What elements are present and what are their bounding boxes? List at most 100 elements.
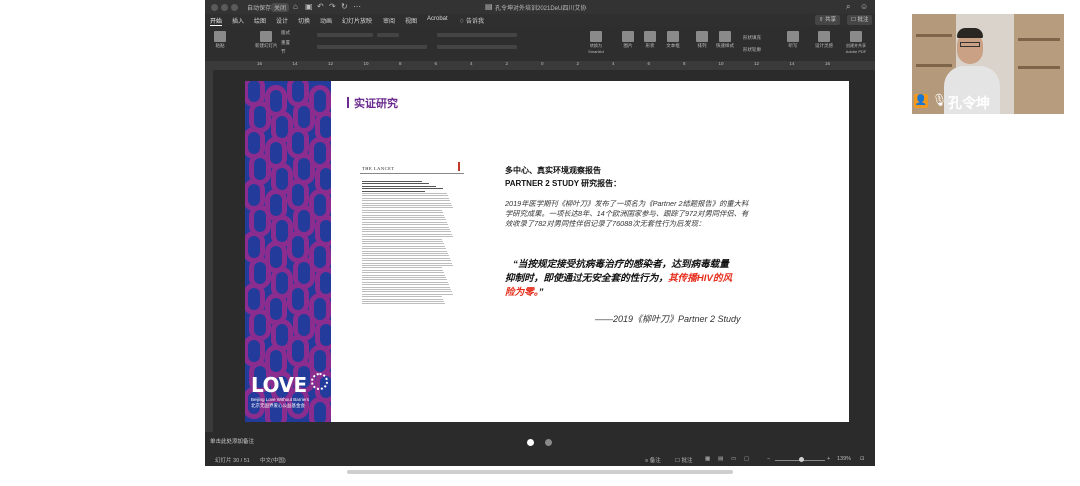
tab-slideshow[interactable]: 幻灯片放映 (342, 16, 372, 25)
ruler-number: 10 (363, 61, 369, 66)
paper-text-block (362, 181, 453, 307)
redo-icon[interactable]: ↷ (329, 2, 336, 12)
notes-placeholder[interactable]: 单击此处添加备注 (210, 437, 254, 445)
alignment-row[interactable] (437, 45, 517, 49)
reset-button[interactable]: 重置 (281, 40, 290, 46)
paragraph-row[interactable] (437, 33, 517, 37)
language-indicator[interactable]: 中文(中国) (260, 456, 286, 464)
ruler-number: 8 (683, 61, 686, 66)
tab-view[interactable]: 视图 (405, 16, 417, 25)
page-dot[interactable] (545, 439, 552, 446)
ruler-number: 2 (505, 61, 509, 66)
zoom-out-icon[interactable]: − (767, 456, 770, 462)
slide-counter: 幻灯片 30 / 51 (215, 458, 250, 464)
paper-text-line (362, 190, 425, 192)
file-icon: ▤ (485, 2, 493, 11)
paper-text-line (362, 296, 442, 298)
window-title: 孔令坤对外培训2021DeU四川艾协 (495, 6, 587, 12)
new-slide-button[interactable]: 新建幻灯片 (255, 30, 278, 58)
quote-line-2-text: 抑制时，即使通过无安全套的性行为， (505, 273, 669, 284)
tab-draw[interactable]: 绘图 (254, 16, 266, 25)
convert-smartart-button[interactable]: 转换为SmartArt (583, 30, 609, 58)
zoom-slider-thumb[interactable] (799, 457, 805, 462)
designer-button[interactable]: 设计灵感 (813, 30, 835, 58)
page-dot-active[interactable] (527, 439, 534, 446)
zoom-window-button[interactable] (231, 4, 238, 11)
paper-text-line (362, 284, 449, 286)
shape-button[interactable]: 形状 (641, 30, 659, 58)
shape-fill-button[interactable]: 形状填充 (743, 35, 761, 41)
comments-toggle[interactable]: ☐ 批注 (675, 456, 692, 464)
create-pdf-button[interactable]: 创建并共享Adobe PDF (841, 30, 871, 58)
share-button[interactable]: ⇧ 共享 (815, 15, 841, 25)
paper-text-line (362, 274, 445, 276)
ruler-number: 12 (328, 61, 334, 66)
more-icon[interactable]: ⋯ (353, 2, 361, 12)
microphone-icon[interactable]: 🎙 (932, 93, 947, 107)
save-icon[interactable]: ▣ (305, 2, 313, 12)
paste-button[interactable]: 粘贴 (209, 30, 231, 58)
bookshelf-right (1014, 14, 1064, 114)
picture-button[interactable]: 图片 (619, 30, 637, 58)
paper-text-line (362, 243, 444, 245)
home-icon[interactable]: ⌂ (293, 2, 298, 12)
share-label: 共享 (825, 17, 837, 23)
quote-line-3: 险为零。” (505, 284, 543, 298)
zoom-in-icon[interactable]: + (827, 456, 830, 462)
paper-text-line (362, 183, 429, 185)
autosave-toggle[interactable]: 关闭 (271, 3, 290, 12)
comments-button[interactable]: ☐ 批注 (847, 15, 873, 25)
quick-styles-icon (719, 31, 731, 42)
font-format-row[interactable] (317, 45, 427, 49)
undo-icon[interactable]: ↶ (317, 2, 324, 12)
tab-review[interactable]: 审阅 (383, 16, 395, 25)
tab-home[interactable]: 开始 (210, 16, 223, 26)
participant-name: 孔令坤 (948, 95, 990, 111)
paper-text-line (362, 229, 450, 230)
tab-transitions[interactable]: 切换 (298, 16, 310, 25)
tab-design[interactable]: 设计 (276, 16, 288, 25)
shape-outline-button[interactable]: 形状轮廓 (743, 47, 761, 53)
refresh-icon[interactable]: ↻ (341, 2, 348, 12)
tab-animations[interactable]: 动画 (320, 16, 332, 25)
notes-pane[interactable]: 单击此处添加备注 (205, 432, 875, 454)
zoom-level[interactable]: 139% (837, 456, 851, 462)
ruler-number: 16 (257, 61, 263, 66)
tab-tell-me[interactable]: ♢ 告诉我 (459, 16, 484, 25)
sorter-view-icon[interactable]: ▤ (718, 456, 723, 462)
home-indicator[interactable] (347, 470, 733, 474)
quick-styles-button[interactable]: 快速样式 (713, 30, 737, 58)
textbox-button[interactable]: 文本框 (663, 30, 683, 58)
dictate-button[interactable]: 听写 (785, 30, 801, 58)
subtitle-2: PARTNER 2 STUDY 研究报告： (505, 179, 622, 188)
search-icon[interactable]: ⌕ (846, 2, 850, 12)
notes-toggle[interactable]: ≡ 备注 (645, 456, 661, 464)
arrange-icon (696, 31, 708, 42)
paper-text-line (362, 202, 451, 204)
font-size-box[interactable] (377, 33, 399, 37)
paper-text-line (362, 193, 447, 194)
slide-canvas[interactable]: LOVE Beijing Love Without Barriers 北京无国界… (245, 81, 849, 422)
paper-text-line (362, 281, 448, 283)
layout-button[interactable]: 版式 (281, 30, 290, 36)
tab-acrobat[interactable]: Acrobat (427, 16, 448, 22)
arrange-button[interactable]: 排列 (693, 30, 711, 58)
account-icon[interactable]: ☺ (860, 2, 868, 12)
fit-to-window-icon[interactable]: ⊡ (860, 456, 865, 462)
close-window-button[interactable] (211, 4, 218, 11)
reading-view-icon[interactable]: ▭ (731, 456, 736, 462)
minimize-window-button[interactable] (221, 4, 228, 11)
slideshow-view-icon[interactable]: ▢ (744, 456, 749, 462)
shelf-line (1018, 38, 1060, 41)
paper-text-line (362, 277, 446, 278)
participant-video-tile[interactable]: 👤 🎙 孔令坤 (912, 14, 1064, 114)
font-name-box[interactable] (317, 33, 373, 37)
paper-text-line (362, 231, 451, 233)
paper-text-line (362, 233, 452, 235)
paper-text-line (362, 238, 442, 240)
status-bar: 幻灯片 30 / 51 中文(中国) ≡ 备注 ☐ 批注 ▦ ▤ ▭ ▢ − +… (205, 454, 875, 466)
section-button[interactable]: 节 (281, 49, 286, 55)
normal-view-icon[interactable]: ▦ (705, 456, 710, 462)
paper-text-line (362, 269, 443, 271)
tab-insert[interactable]: 插入 (232, 16, 244, 25)
